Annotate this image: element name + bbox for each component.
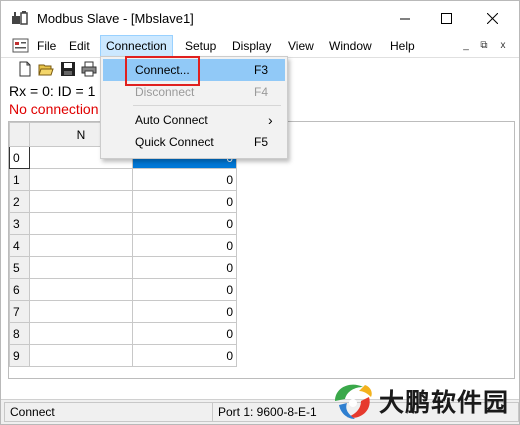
table-row[interactable]: 5 0 bbox=[9, 256, 237, 279]
menu-display[interactable]: Display bbox=[227, 35, 276, 57]
save-icon[interactable] bbox=[60, 61, 76, 77]
row-index[interactable]: 5 bbox=[9, 256, 30, 279]
submenu-arrow-icon: › bbox=[268, 112, 273, 128]
name-cell[interactable] bbox=[29, 212, 133, 235]
value-cell[interactable]: 0 bbox=[132, 212, 237, 235]
print-icon[interactable] bbox=[81, 61, 97, 77]
connection-status: No connection bbox=[9, 101, 99, 117]
value-cell[interactable]: 0 bbox=[132, 168, 237, 191]
menu-edit[interactable]: Edit bbox=[64, 35, 95, 57]
name-cell[interactable] bbox=[29, 190, 133, 213]
name-cell[interactable] bbox=[29, 344, 133, 367]
menu-connection[interactable]: Connection bbox=[100, 35, 173, 57]
name-cell[interactable] bbox=[29, 168, 133, 191]
menu-item-label: Auto Connect bbox=[135, 113, 208, 127]
menu-file[interactable]: File bbox=[32, 35, 61, 57]
register-grid[interactable]: N 0 0 1 0 2 0 3 0 bbox=[8, 121, 515, 379]
row-index[interactable]: 2 bbox=[9, 190, 30, 213]
row-index[interactable]: 9 bbox=[9, 344, 30, 367]
row-index[interactable]: 8 bbox=[9, 322, 30, 345]
value-cell[interactable]: 0 bbox=[132, 256, 237, 279]
mdi-restore-button[interactable]: ⧉ bbox=[477, 39, 491, 53]
row-index[interactable]: 4 bbox=[9, 234, 30, 257]
menu-window[interactable]: Window bbox=[324, 35, 377, 57]
watermark-text: 大鹏软件园 bbox=[379, 389, 510, 417]
row-index[interactable]: 3 bbox=[9, 212, 30, 235]
mdi-minimize-button[interactable]: _ bbox=[459, 39, 473, 53]
table-row[interactable]: 8 0 bbox=[9, 322, 237, 345]
minimize-button[interactable] bbox=[382, 1, 428, 35]
menu-bar: File Edit Connection Setup Display View … bbox=[1, 35, 519, 57]
value-cell[interactable]: 0 bbox=[132, 300, 237, 323]
grid-corner-cell bbox=[9, 122, 30, 147]
menu-item-quick-connect[interactable]: Quick Connect F5 bbox=[103, 131, 285, 153]
menu-item-shortcut: F3 bbox=[254, 63, 269, 77]
maximize-icon bbox=[440, 12, 452, 24]
modbus-slave-window: Modbus Slave - [Mbslave1] File Edit Conn… bbox=[0, 0, 520, 425]
table-row[interactable]: 1 0 bbox=[9, 168, 237, 191]
table-row[interactable]: 3 0 bbox=[9, 212, 237, 235]
title-bar[interactable]: Modbus Slave - [Mbslave1] bbox=[1, 1, 519, 35]
site-logo-icon bbox=[335, 384, 372, 419]
minimize-icon bbox=[399, 18, 410, 19]
table-row[interactable]: 9 0 bbox=[9, 344, 237, 367]
status-message: Connect bbox=[4, 402, 213, 422]
menu-view[interactable]: View bbox=[283, 35, 319, 57]
name-cell[interactable] bbox=[29, 234, 133, 257]
document-icon[interactable] bbox=[12, 38, 29, 53]
menu-separator bbox=[133, 105, 281, 106]
highlight-annotation-box bbox=[125, 56, 200, 86]
row-index[interactable]: 6 bbox=[9, 278, 30, 301]
maximize-button[interactable] bbox=[423, 1, 469, 35]
value-cell[interactable]: 0 bbox=[132, 234, 237, 257]
open-folder-icon[interactable] bbox=[38, 61, 54, 77]
watermark-logo: 大鹏软件园 bbox=[327, 376, 519, 424]
close-button[interactable] bbox=[469, 1, 515, 35]
table-row[interactable]: 6 0 bbox=[9, 278, 237, 301]
value-cell[interactable]: 0 bbox=[132, 322, 237, 345]
value-cell[interactable]: 0 bbox=[132, 344, 237, 367]
rx-id-status: Rx = 0: ID = 1 bbox=[9, 83, 96, 99]
row-index[interactable]: 7 bbox=[9, 300, 30, 323]
value-cell[interactable]: 0 bbox=[132, 190, 237, 213]
app-icon bbox=[12, 11, 28, 25]
value-cell[interactable]: 0 bbox=[132, 278, 237, 301]
name-cell[interactable] bbox=[29, 278, 133, 301]
menu-help[interactable]: Help bbox=[385, 35, 420, 57]
menu-item-label: Quick Connect bbox=[135, 135, 214, 149]
window-title: Modbus Slave - [Mbslave1] bbox=[37, 11, 194, 26]
menu-item-shortcut: F4 bbox=[254, 85, 269, 99]
table-row[interactable]: 2 0 bbox=[9, 190, 237, 213]
name-cell[interactable] bbox=[29, 256, 133, 279]
name-cell[interactable] bbox=[29, 322, 133, 345]
mdi-close-button[interactable]: x bbox=[496, 39, 510, 53]
menu-setup[interactable]: Setup bbox=[180, 35, 221, 57]
table-row[interactable]: 7 0 bbox=[9, 300, 237, 323]
table-row[interactable]: 4 0 bbox=[9, 234, 237, 257]
close-icon bbox=[486, 12, 498, 24]
new-file-icon[interactable] bbox=[17, 61, 33, 77]
row-index[interactable]: 0 bbox=[9, 146, 30, 169]
name-cell[interactable] bbox=[29, 300, 133, 323]
menu-item-auto-connect[interactable]: Auto Connect › bbox=[103, 109, 285, 131]
row-index[interactable]: 1 bbox=[9, 168, 30, 191]
menu-item-shortcut: F5 bbox=[254, 135, 269, 149]
